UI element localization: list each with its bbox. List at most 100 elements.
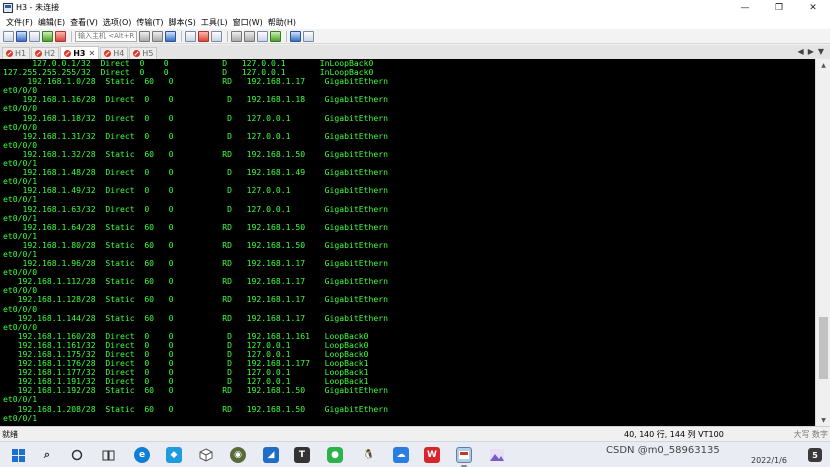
terminal-line: 192.168.1.208/28 Static 60 0 RD 192.168.… [3,403,388,414]
cortana-icon[interactable] [69,447,85,463]
minimize-button[interactable]: — [728,0,762,15]
edge-browser-icon[interactable]: e [134,447,150,463]
keymap-icon[interactable] [257,30,268,42]
tab-h1[interactable]: H1 [2,47,31,59]
cloud-app-icon[interactable]: ☁ [393,447,409,463]
transfer-icon[interactable] [198,30,209,42]
disconnected-icon [104,50,112,57]
tab-h3[interactable]: H3 ✕ [60,46,100,59]
terminal-line: 192.168.1.49/32 Direct 0 0 D 127.0.0.1 G… [3,185,388,196]
session-options-icon[interactable] [231,30,242,42]
key-state: 大写 数字 [793,429,828,439]
close-tab-icon[interactable]: ✕ [88,49,95,58]
terminal-line: et0/0/1 [3,412,38,423]
start-icon[interactable] [10,447,26,463]
disconnected-icon [35,50,43,57]
tab-label: H4 [113,49,125,58]
window-title: H3 - 未连接 [16,3,60,12]
terminal-line: 192.168.1.192/28 Static 60 0 RD 192.168.… [3,385,388,396]
close-button[interactable]: ✕ [796,0,830,15]
menu-window[interactable]: 窗口(W) [233,17,263,28]
tab-prev-icon[interactable]: ◀ [798,47,804,56]
terminal-scrollbar[interactable]: ▲ ▼ [815,59,830,426]
terminal-line: 192.168.1.112/28 Static 60 0 RD 192.168.… [3,276,388,287]
menu-options[interactable]: 选项(O) [103,17,132,28]
scroll-up-icon[interactable]: ▲ [816,59,830,71]
taskbar: ⌕ e ◆ ◉ ◢ T ● 🐧 ☁ W CSDN @m0_58963135 20… [0,441,830,467]
menu-transfer[interactable]: 传输(T) [136,17,163,28]
script-icon[interactable] [303,30,314,42]
task-view-icon[interactable] [100,447,116,463]
menu-script[interactable]: 脚本(S) [169,17,196,28]
menu-tools[interactable]: 工具(L) [201,17,228,28]
status-text: 就绪 [2,429,18,439]
toolbar [0,29,830,44]
ensp-icon[interactable]: ◉ [230,447,246,463]
scroll-down-icon[interactable]: ▼ [816,414,830,426]
terminal-line: 192.168.1.31/32 Direct 0 0 D 127.0.0.1 G… [3,130,388,141]
global-options-icon[interactable] [244,30,255,42]
tab-label: H5 [142,49,154,58]
disconnected-icon [133,50,141,57]
tab-next-icon[interactable]: ▶ [808,47,814,56]
log-icon[interactable] [211,30,222,42]
terminal-line: 192.168.1.64/28 Static 60 0 RD 192.168.1… [3,221,388,232]
toolbar-divider [71,30,72,42]
scrollbar-thumb[interactable] [819,317,828,379]
cursor-position: 40, 1 [624,429,645,439]
find-icon[interactable] [165,30,176,42]
disconnected-icon [64,49,72,57]
photos-icon[interactable] [489,447,505,463]
paste-icon[interactable] [152,30,163,42]
session-tabs: H1 H2 H3 ✕ H4 H5 ◀ ▶ ▼ [0,45,830,59]
box-app-icon[interactable] [198,447,214,463]
azure-app-icon[interactable]: ◢ [263,447,279,463]
status-bar: 就绪 40, 1 40 行, 144 列 VT100 大写 数字 [0,426,830,441]
help-icon[interactable] [290,30,301,42]
qq-icon[interactable]: 🐧 [361,447,377,463]
terminal-line: 192.168.1.63/32 Direct 0 0 D 127.0.0.1 G… [3,203,388,214]
connect-icon[interactable] [3,30,14,42]
toolbar-divider [227,30,228,42]
tab-h4[interactable]: H4 [100,47,129,59]
tab-h2[interactable]: H2 [31,47,60,59]
copy-icon[interactable] [139,30,150,42]
toolbar-divider [286,30,287,42]
maximize-button[interactable]: ❐ [762,0,796,15]
terminal-line: 192.168.1.144/28 Static 60 0 RD 192.168.… [3,312,388,323]
notification-icon[interactable]: 5 [808,448,822,462]
terminal-line: 192.168.1.18/32 Direct 0 0 D 127.0.0.1 G… [3,112,388,123]
tab-label: H2 [44,49,56,58]
tab-list-icon[interactable]: ▼ [818,47,824,56]
terminal-line: 192.168.1.32/28 Static 60 0 RD 192.168.1… [3,148,388,159]
app-icon [3,2,13,13]
quick-connect-icon[interactable] [16,30,27,42]
terminal-line: 192.168.1.80/28 Static 60 0 RD 192.168.1… [3,239,388,250]
tab-h5[interactable]: H5 [129,47,158,59]
terminal-line: 192.168.1.16/28 Direct 0 0 D 192.168.1.1… [3,94,388,105]
connect-tab-icon[interactable] [29,30,40,42]
menu-file[interactable]: 文件(F) [6,17,33,28]
tab-label: H1 [15,49,27,58]
wps-icon[interactable]: W [424,447,440,463]
typora-icon[interactable]: T [294,447,310,463]
terminal-line: 192.168.1.0/28 Static 60 0 RD 192.168.1.… [3,76,388,87]
disconnected-icon [6,50,13,57]
menu-view[interactable]: 查看(V) [70,17,98,28]
menu-help[interactable]: 帮助(H) [268,17,296,28]
terminal-size: 40 行, 144 列 VT100 [644,429,724,439]
sftp-icon[interactable] [270,30,281,42]
tray-date: 2022/1/6 [751,456,787,465]
print-icon[interactable] [185,30,196,42]
securecrt-icon[interactable] [456,447,472,463]
terminal-output[interactable]: 127.0.0.1/32 Direct 0 0 D 127.0.0.1 InLo… [0,59,815,426]
host-input[interactable] [75,30,137,42]
title-bar[interactable]: H3 - 未连接 — ❐ ✕ [0,0,830,15]
disconnect-icon[interactable] [55,30,66,42]
search-icon[interactable]: ⌕ [39,447,55,463]
network-tool-icon[interactable]: ◆ [166,447,182,463]
menu-edit[interactable]: 编辑(E) [38,17,65,28]
wechat-icon[interactable]: ● [327,447,343,463]
reconnect-icon[interactable] [42,30,53,42]
tab-navigation: ◀ ▶ ▼ [794,47,824,56]
